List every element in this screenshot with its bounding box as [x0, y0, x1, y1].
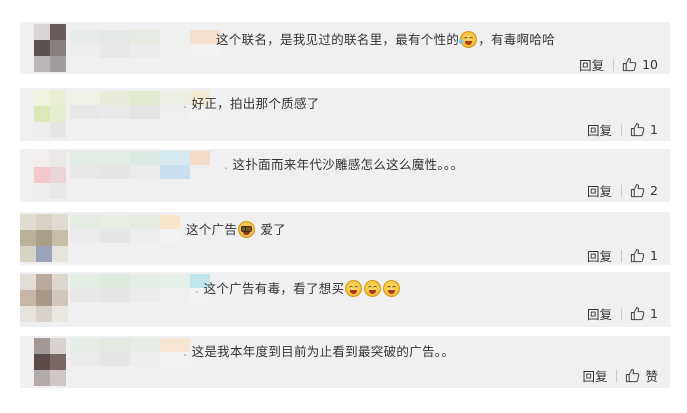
comment-actions: 回复 2	[587, 181, 658, 200]
comment-text: . 这扑面而来年代沙雕感怎么这么魔性。。。	[224, 157, 464, 172]
comment-text-part: ，有毒啊哈哈	[478, 32, 556, 47]
blurred-avatar	[20, 274, 68, 322]
comment-text: . 好正，拍出那个质感了	[183, 96, 320, 111]
comment-card: 这个联名，是我见过的联名里，最有个性的 ，有毒啊哈哈 回复 10	[20, 22, 670, 74]
blurred-avatar	[34, 338, 66, 386]
reply-button[interactable]: 回复	[587, 181, 612, 200]
comment-text-part: 这个广告	[186, 222, 238, 237]
comment-actions: 回复 1	[587, 304, 658, 323]
heart-eyes-emoji	[383, 280, 401, 297]
divider	[621, 123, 623, 136]
blurred-avatar	[20, 214, 68, 262]
thumbs-up-icon[interactable]	[630, 122, 645, 137]
thumbs-up-icon[interactable]	[630, 183, 645, 198]
thumbs-up-icon[interactable]	[630, 248, 645, 263]
comment-card: 这个广告 爱了 回复 1	[20, 212, 670, 265]
comment-text-part: 爱了	[260, 222, 287, 237]
heart-eyes-emoji	[345, 280, 363, 297]
blurred-username	[70, 338, 190, 366]
comment-text-part: 这扑面而来年代沙雕感怎么这么魔性。。。	[232, 157, 464, 172]
comment-text-part: 这是我本年度到目前为止看到最突破的广告。。	[191, 344, 455, 359]
comment-actions: 回复 赞	[582, 366, 658, 385]
like-count[interactable]: 1	[650, 122, 658, 137]
comment-actions: 回复 10	[579, 55, 658, 74]
comment-text: . 这是我本年度到目前为止看到最突破的广告。。	[183, 344, 455, 359]
reply-button[interactable]: 回复	[587, 120, 612, 139]
blurred-avatar	[34, 90, 66, 138]
divider	[621, 184, 623, 197]
comment-text: . 这个广告有毒，看了想买	[195, 280, 401, 298]
divider	[621, 307, 623, 320]
heart-eyes-emoji	[364, 280, 382, 297]
blurred-username	[70, 30, 220, 58]
divider	[616, 369, 618, 382]
like-count[interactable]: 1	[650, 306, 658, 321]
sunglasses-emoji	[238, 221, 256, 238]
divider	[613, 58, 615, 71]
comment-actions: 回复 1	[587, 246, 658, 265]
comment-text-part: 好正，拍出那个质感了	[191, 96, 320, 111]
like-count[interactable]: 10	[642, 57, 658, 72]
divider	[621, 249, 623, 262]
like-count[interactable]: 赞	[645, 366, 658, 385]
blurred-username	[70, 274, 210, 302]
comment-card: . 这是我本年度到目前为止看到最突破的广告。。 回复 赞	[20, 336, 670, 388]
comment-text-part: 这个联名，是我见过的联名里，最有个性的	[216, 32, 460, 47]
thumbs-up-icon[interactable]	[622, 57, 637, 72]
like-count[interactable]: 2	[650, 183, 658, 198]
laughing-tears-emoji	[459, 31, 478, 48]
thumbs-up-icon[interactable]	[630, 306, 645, 321]
reply-button[interactable]: 回复	[579, 55, 604, 74]
thumbs-up-icon[interactable]	[625, 368, 640, 383]
comment-text: 这个联名，是我见过的联名里，最有个性的 ，有毒啊哈哈	[216, 31, 555, 49]
comment-card: . 好正，拍出那个质感了 回复 1	[20, 88, 670, 141]
like-count[interactable]: 1	[650, 248, 658, 263]
comment-actions: 回复 1	[587, 120, 658, 139]
reply-button[interactable]: 回复	[582, 366, 607, 385]
blurred-avatar	[34, 24, 66, 72]
comment-text: 这个广告 爱了	[186, 221, 286, 239]
blurred-username	[70, 215, 180, 243]
reply-button[interactable]: 回复	[587, 246, 612, 265]
blurred-avatar	[34, 151, 66, 199]
blurred-username	[70, 151, 210, 179]
comment-card: . 这个广告有毒，看了想买 回复 1	[20, 272, 670, 327]
reply-button[interactable]: 回复	[587, 304, 612, 323]
comment-card: . 这扑面而来年代沙雕感怎么这么魔性。。。 回复 2	[20, 149, 670, 202]
comment-text-part: 这个广告有毒，看了想买	[203, 281, 345, 296]
